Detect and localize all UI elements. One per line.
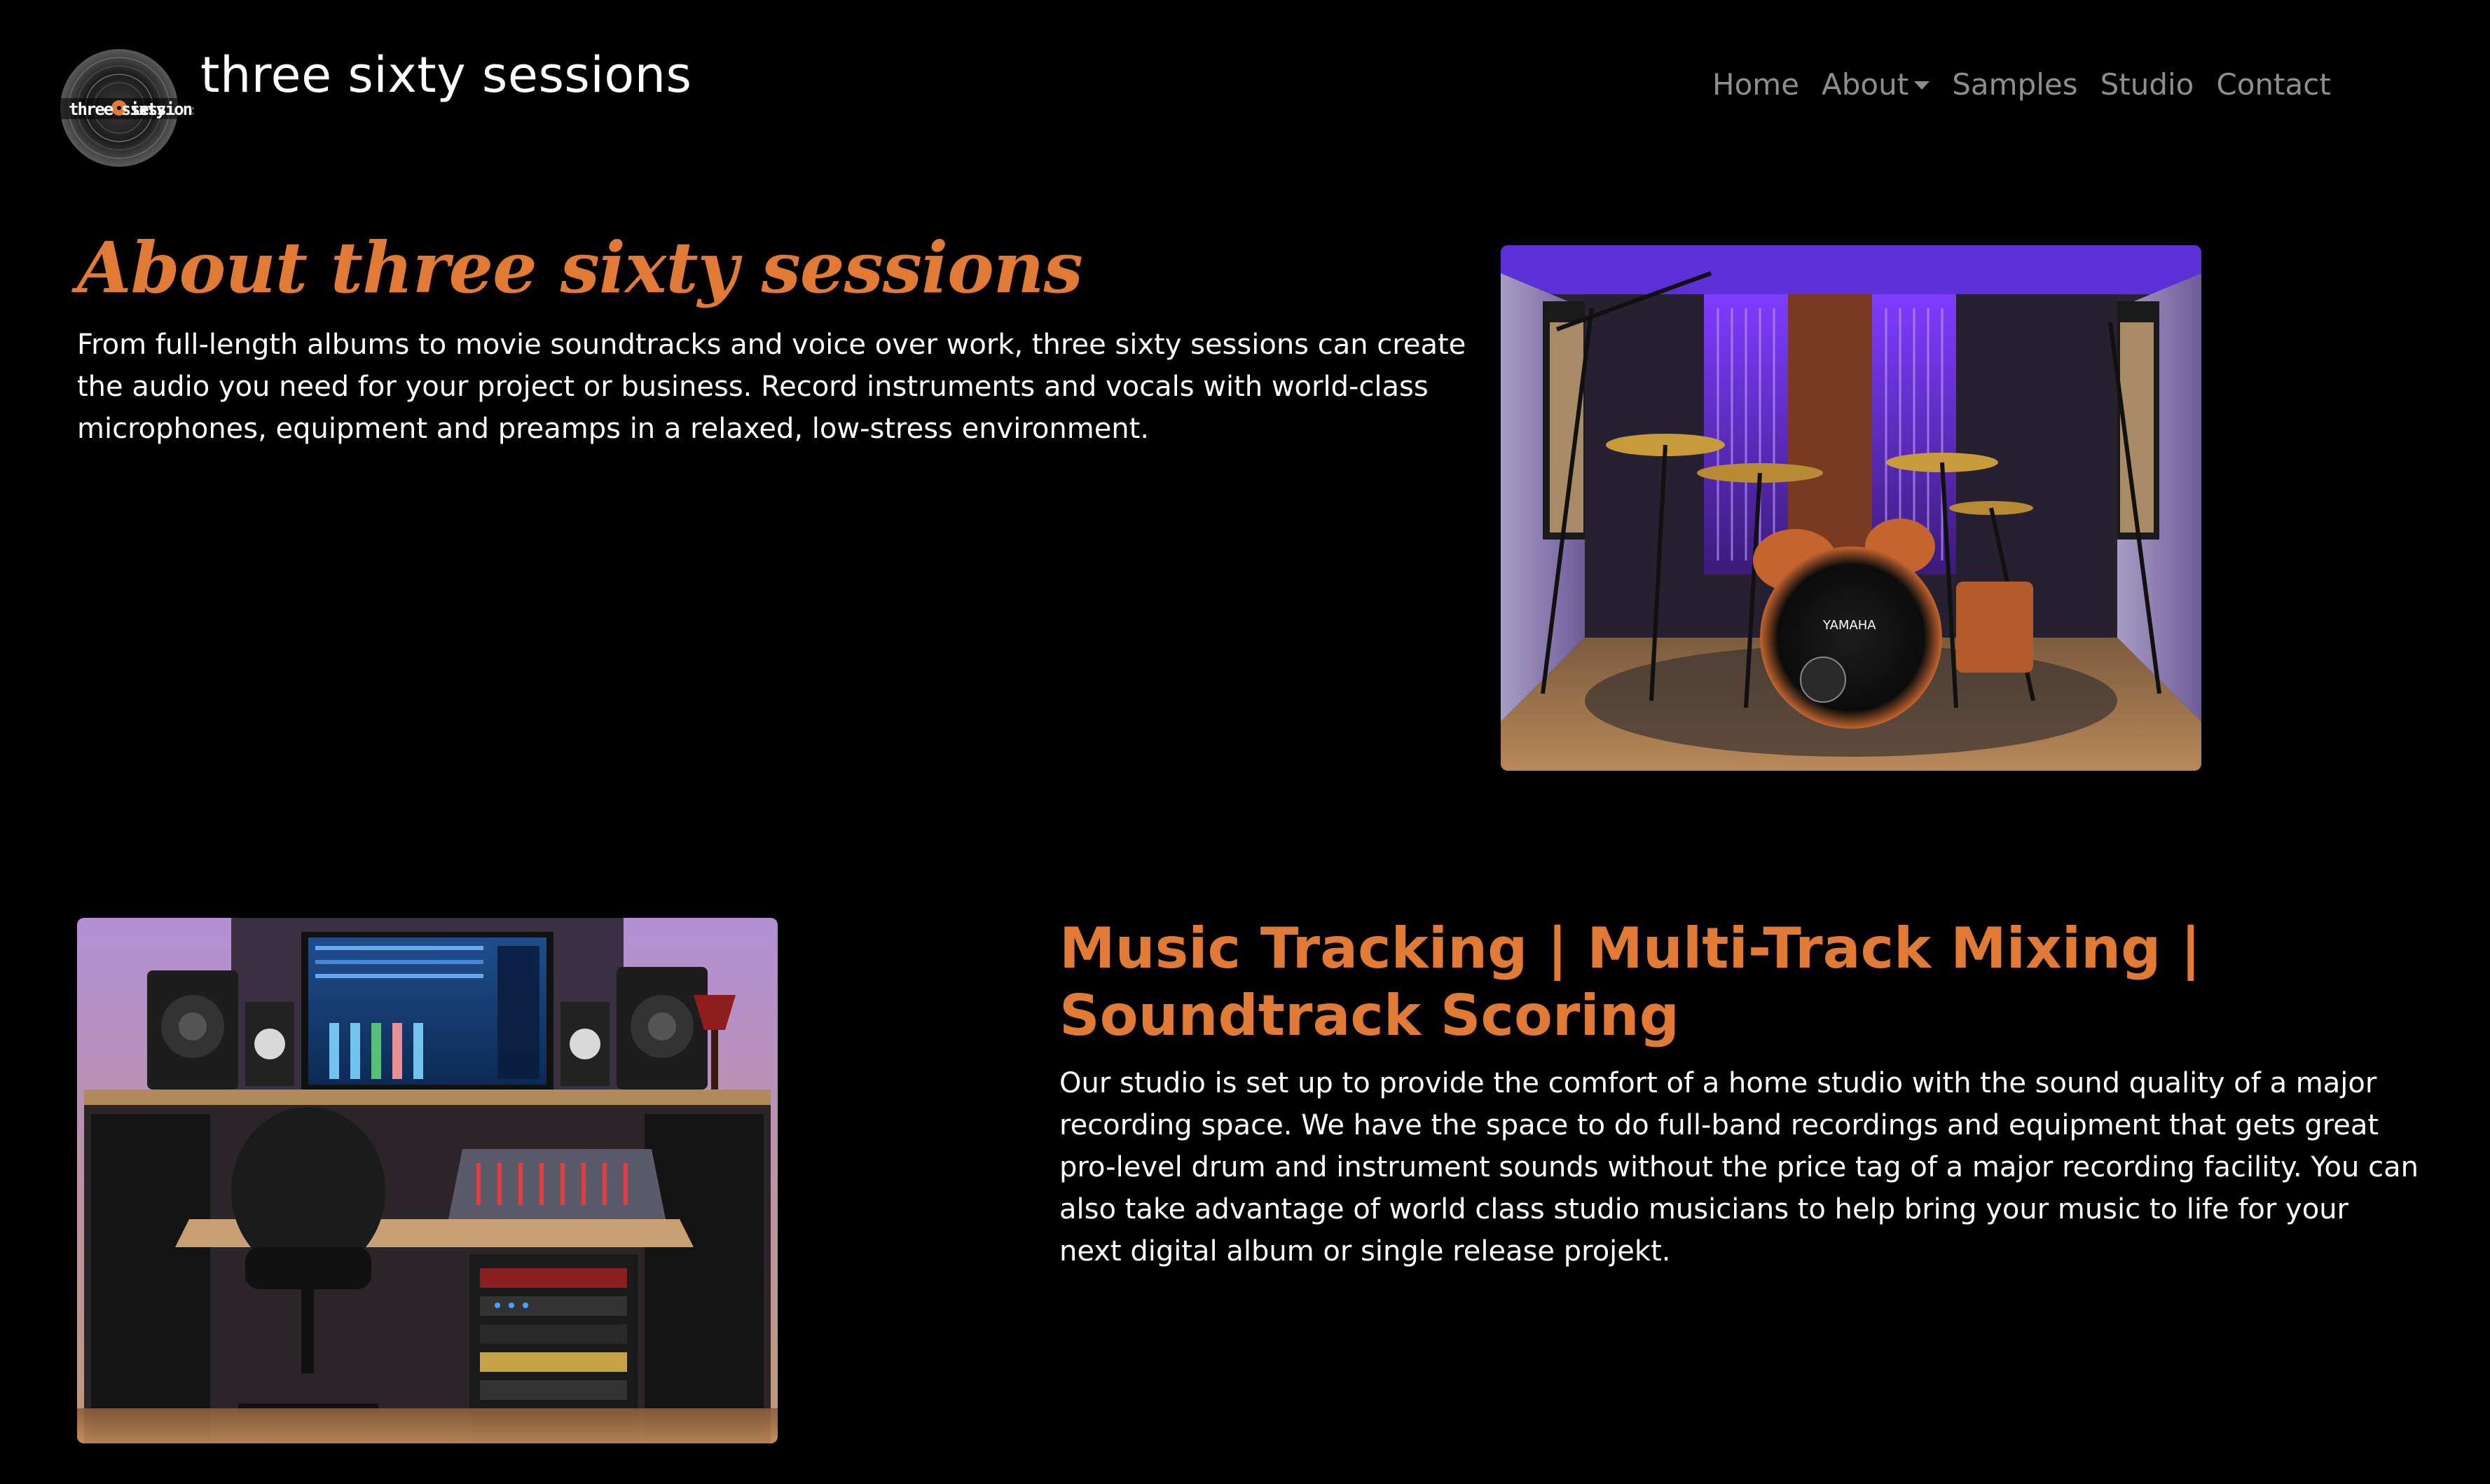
caret-down-icon xyxy=(1914,81,1930,90)
vinyl-logo-icon: three sixty sessions xyxy=(45,48,193,168)
nav-home[interactable]: Home xyxy=(1701,70,1810,99)
drum-kit-photo: YAMAHA xyxy=(1501,245,2201,771)
nav-about-dropdown[interactable]: About xyxy=(1810,70,1941,99)
main-nav: Home About Samples Studio Contact xyxy=(1701,70,2342,99)
about-title: About three sixty sessions xyxy=(77,226,1083,309)
about-text: From full-length albums to movie soundtr… xyxy=(77,329,1466,445)
brand-name[interactable]: three sixty sessions xyxy=(200,50,692,99)
services-text: Our studio is set up to provide the comf… xyxy=(1059,1067,2419,1267)
mixing-desk-photo xyxy=(77,918,778,1443)
svg-text:YAMAHA: YAMAHA xyxy=(1822,618,1876,633)
nav-about-label: About xyxy=(1822,67,1909,102)
navbar: three sixty sessions three sixty session… xyxy=(0,0,2490,182)
nav-studio[interactable]: Studio xyxy=(2089,70,2206,99)
nav-contact[interactable]: Contact xyxy=(2205,70,2341,99)
page: three sixty sessions three sixty session… xyxy=(0,0,2490,1484)
brand-link[interactable]: three sixty sessions three sixty session… xyxy=(45,48,692,168)
svg-text:sessions: sessions xyxy=(130,99,193,119)
services-title: Music Tracking | Multi-Track Mixing | So… xyxy=(1059,916,2201,1048)
nav-samples[interactable]: Samples xyxy=(1941,70,2089,99)
